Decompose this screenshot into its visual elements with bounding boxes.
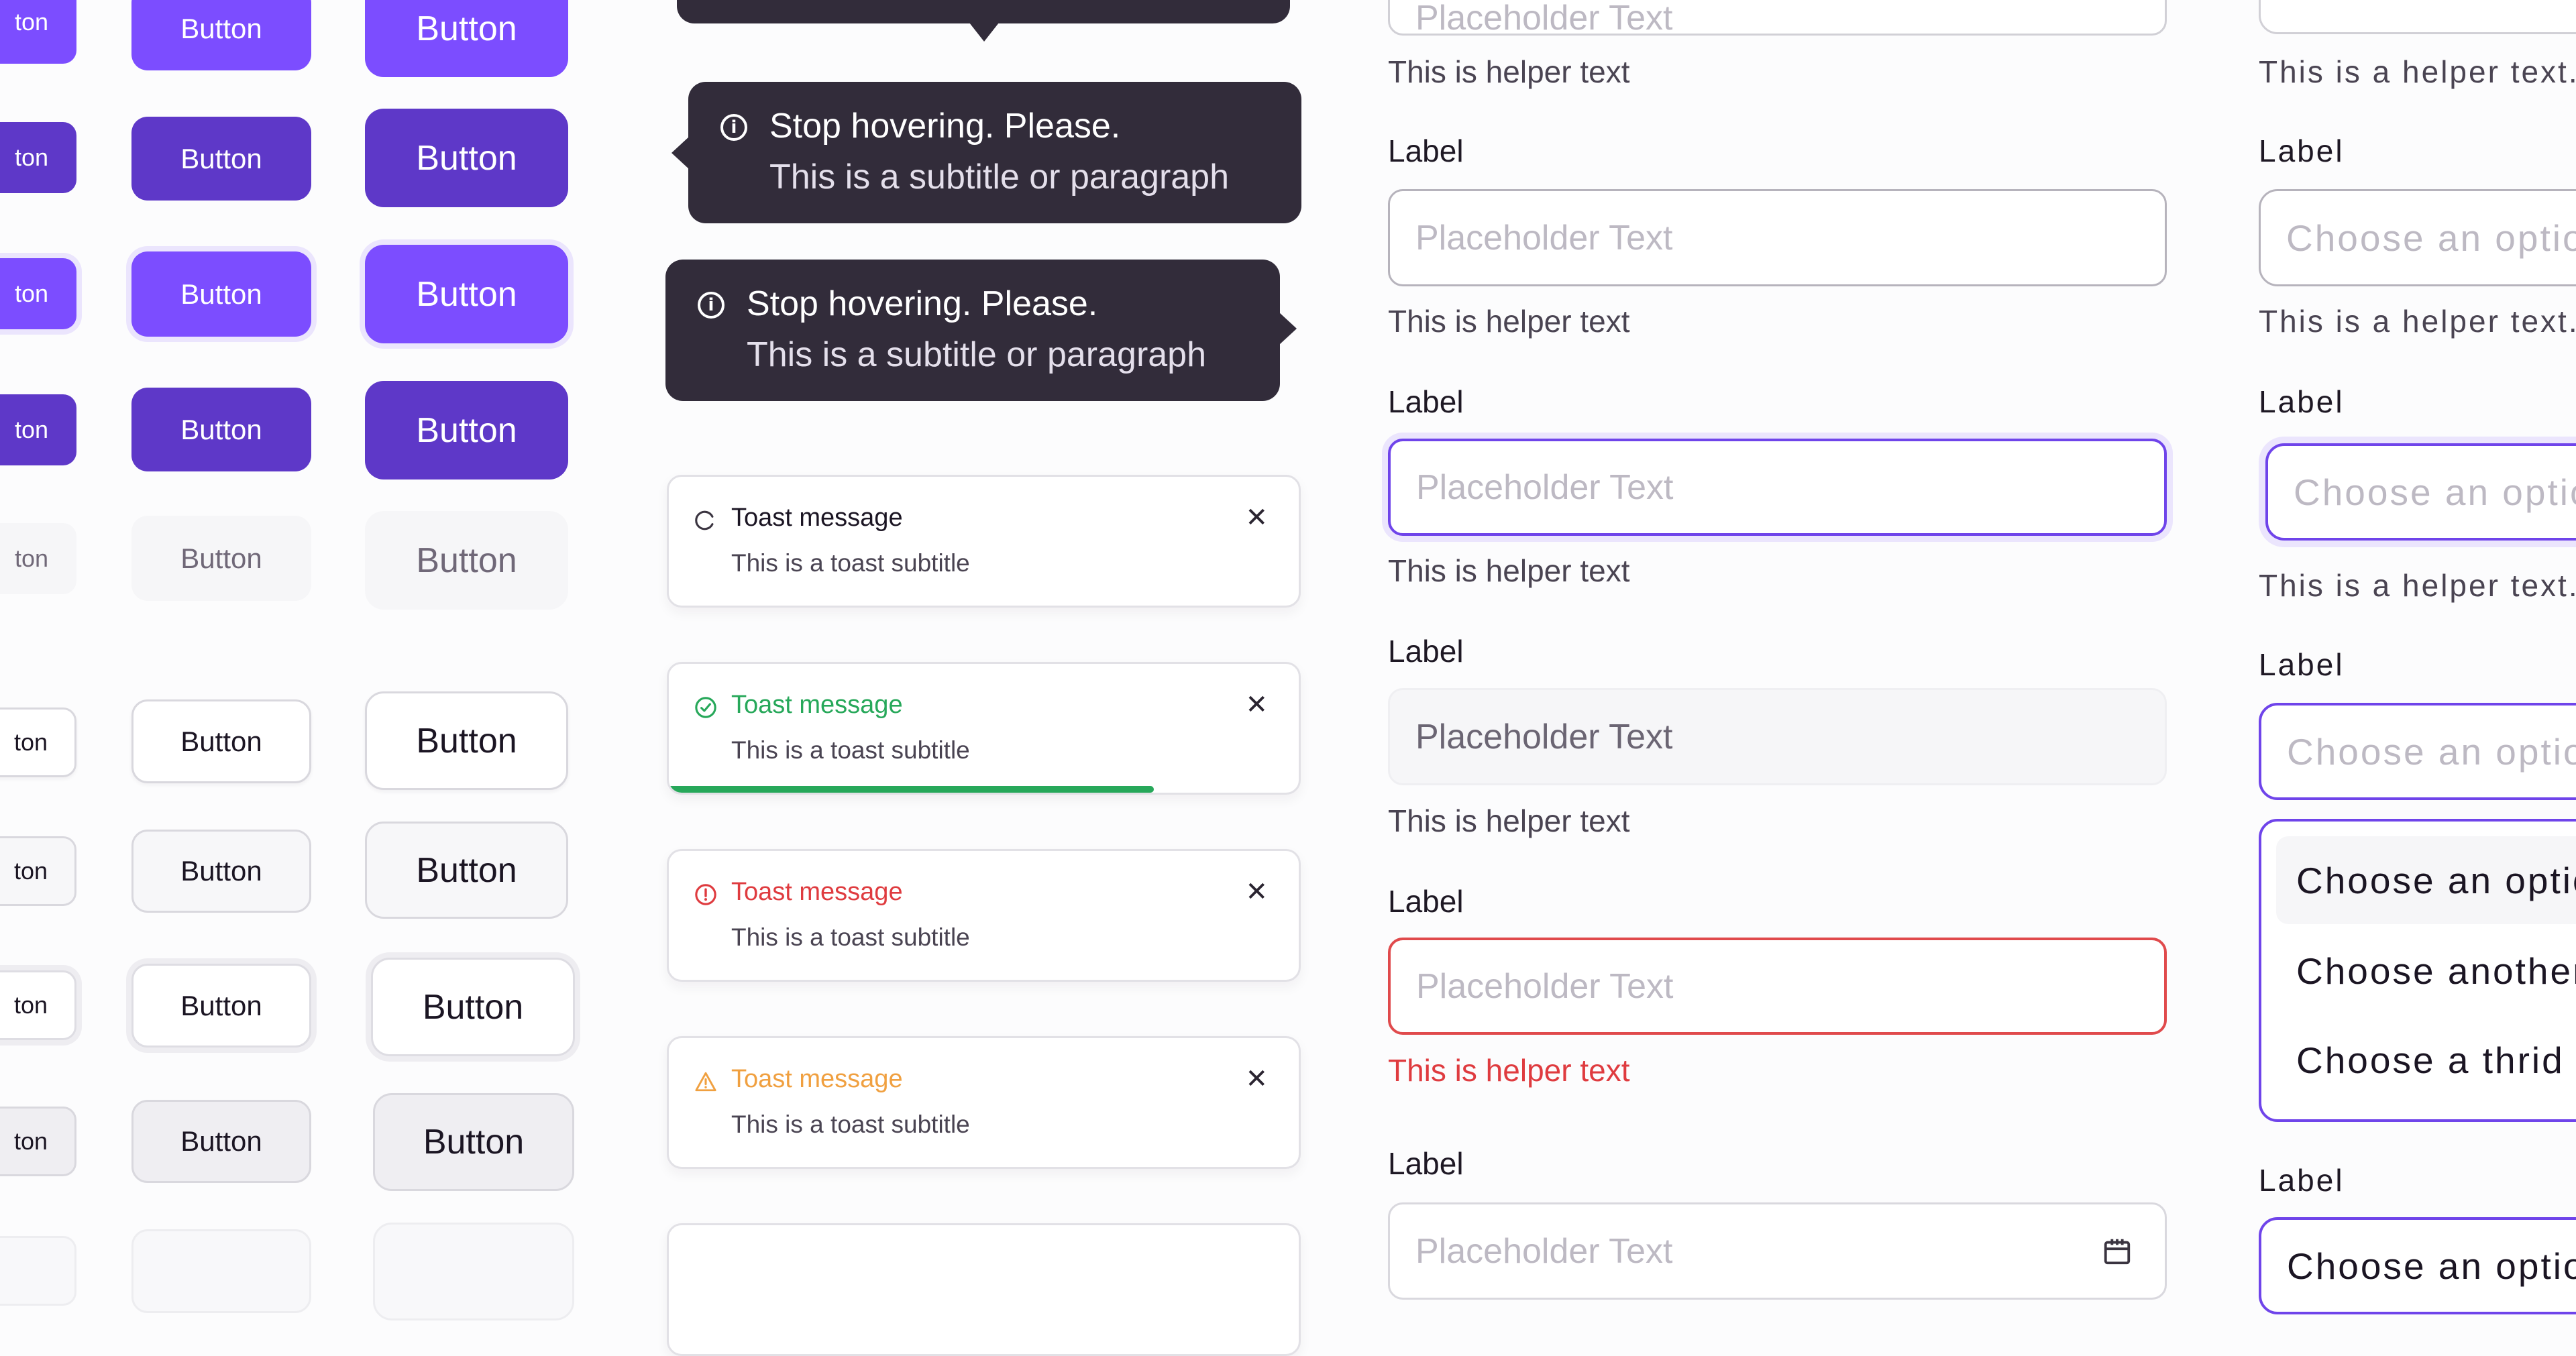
- toast-title: Toast message: [731, 1065, 903, 1093]
- toast-error: Toast message This is a toast subtitle ✕: [667, 849, 1301, 982]
- primary-button-small-pressed-2[interactable]: ton: [0, 394, 76, 465]
- input-label: Label: [1388, 1146, 1464, 1181]
- select-label: Label: [2259, 133, 2345, 168]
- primary-button-large-default[interactable]: Button: [365, 0, 568, 77]
- dropdown-option-highlighted[interactable]: Choose an option: [2276, 836, 2576, 924]
- primary-button-pressed-2[interactable]: Button: [131, 388, 311, 471]
- select-focused[interactable]: Choose an option: [2265, 443, 2576, 541]
- secondary-button-focused[interactable]: Button: [131, 964, 311, 1048]
- dropdown-option[interactable]: Choose another option: [2276, 927, 2576, 1015]
- select-top[interactable]: [2259, 0, 2576, 34]
- secondary-button-large-disabled: [373, 1223, 574, 1320]
- toast-subtitle: This is a toast subtitle: [731, 1111, 970, 1138]
- secondary-button-pressed[interactable]: Button: [131, 1100, 311, 1183]
- select-label: Label: [2259, 647, 2345, 682]
- date-input[interactable]: Placeholder Text: [1388, 1202, 2167, 1300]
- text-input-error[interactable]: Placeholder Text: [1388, 938, 2167, 1035]
- text-input-top[interactable]: Placeholder Text: [1388, 0, 2167, 38]
- tooltip-title: Stop hovering. Please.: [747, 284, 1098, 323]
- input-label: Label: [1388, 133, 1464, 168]
- toast-subtitle: This is a toast subtitle: [731, 736, 970, 764]
- select-dropdown-menu: Choose an option Choose another option C…: [2259, 819, 2576, 1122]
- input-label: Label: [1388, 884, 1464, 919]
- secondary-button-large-pressed[interactable]: Button: [373, 1093, 574, 1191]
- close-icon[interactable]: ✕: [1245, 502, 1268, 533]
- primary-button-large-disabled: Button: [365, 511, 568, 610]
- dropdown-option[interactable]: Choose a thrid option: [2276, 1016, 2576, 1104]
- close-icon[interactable]: ✕: [1245, 1064, 1268, 1094]
- secondary-button-default[interactable]: Button: [131, 699, 311, 783]
- tooltip-bottom-arrow: [677, 0, 1290, 23]
- primary-button-small-focused[interactable]: ton: [0, 258, 76, 329]
- secondary-button-small-focused[interactable]: ton: [0, 970, 76, 1040]
- select-helper-text: This is a helper text.: [2259, 568, 2576, 603]
- toast-subtitle: This is a toast subtitle: [731, 923, 970, 951]
- toast-title: Toast message: [731, 504, 903, 532]
- secondary-button-large-focused[interactable]: Button: [371, 958, 575, 1056]
- check-circle-icon: [695, 697, 716, 718]
- tooltip-title: Stop hovering. Please.: [769, 107, 1121, 146]
- select-helper-text: This is a helper text.: [2259, 304, 2576, 339]
- input-label: Label: [1388, 634, 1464, 669]
- secondary-button-small-hover[interactable]: ton: [0, 836, 76, 906]
- primary-button-small-disabled: ton: [0, 523, 76, 594]
- tooltip-right-arrow: i Stop hovering. Please. This is a subti…: [665, 260, 1280, 401]
- helper-text: This is helper text: [1388, 304, 1630, 339]
- secondary-button-hover[interactable]: Button: [131, 830, 311, 913]
- text-input-default[interactable]: Placeholder Text: [1388, 189, 2167, 286]
- secondary-button-small-default[interactable]: ton: [0, 708, 76, 777]
- text-input-disabled: Placeholder Text: [1388, 688, 2167, 785]
- text-input-focused[interactable]: Placeholder Text: [1388, 439, 2167, 536]
- close-icon[interactable]: ✕: [1245, 689, 1268, 720]
- toast-title: Toast message: [731, 878, 903, 906]
- toast-success: Toast message This is a toast subtitle ✕: [667, 662, 1301, 795]
- secondary-button-disabled: [131, 1229, 311, 1313]
- secondary-button-large-hover[interactable]: Button: [365, 822, 568, 919]
- tooltip-subtitle: This is a subtitle or paragraph: [769, 158, 1230, 196]
- primary-button-large-pressed-2[interactable]: Button: [365, 381, 568, 479]
- select-default[interactable]: Choose an option: [2259, 189, 2576, 286]
- alert-circle-icon: [695, 884, 716, 905]
- helper-text: This is helper text: [1388, 54, 1630, 89]
- secondary-button-large-default[interactable]: Button: [365, 691, 568, 790]
- toast-warning: Toast message This is a toast subtitle ✕: [667, 1036, 1301, 1169]
- toast-loading: Toast message This is a toast subtitle ✕: [667, 475, 1301, 608]
- tooltip-arrow-right: [1279, 313, 1297, 345]
- input-label: Label: [1388, 384, 1464, 419]
- info-icon: i: [698, 292, 724, 319]
- info-icon: i: [720, 114, 747, 141]
- primary-button-large-focused[interactable]: Button: [365, 245, 568, 343]
- select-filled[interactable]: Choose an option: [2259, 1217, 2576, 1314]
- primary-button-disabled: Button: [131, 516, 311, 601]
- primary-button-pressed[interactable]: Button: [131, 117, 311, 201]
- primary-button-focused[interactable]: Button: [131, 251, 311, 337]
- toast-title: Toast message: [731, 691, 903, 719]
- tooltip-subtitle: This is a subtitle or paragraph: [747, 335, 1207, 374]
- tooltip-arrow-left: [672, 137, 689, 169]
- close-icon[interactable]: ✕: [1245, 877, 1268, 907]
- select-open[interactable]: Choose an option: [2259, 703, 2576, 800]
- toast-partial: [667, 1223, 1301, 1356]
- calendar-icon[interactable]: [2102, 1235, 2133, 1267]
- tooltip-arrow-down: [969, 23, 999, 42]
- spinner-icon: [695, 510, 714, 530]
- primary-button-small-default[interactable]: ton: [0, 0, 76, 64]
- primary-button-large-pressed[interactable]: Button: [365, 109, 568, 207]
- select-helper-text: This is a helper text.: [2259, 54, 2576, 89]
- secondary-button-small-pressed[interactable]: ton: [0, 1107, 76, 1176]
- toast-progress-bar: [669, 786, 1155, 793]
- error-helper-text: This is helper text: [1388, 1053, 1630, 1088]
- helper-text: This is helper text: [1388, 553, 1630, 588]
- secondary-button-small-disabled: [0, 1236, 76, 1306]
- select-label: Label: [2259, 384, 2345, 419]
- tooltip-left-arrow: i Stop hovering. Please. This is a subti…: [688, 82, 1301, 223]
- primary-button-default[interactable]: Button: [131, 0, 311, 70]
- primary-button-small-pressed[interactable]: ton: [0, 122, 76, 193]
- helper-text: This is helper text: [1388, 803, 1630, 838]
- toast-subtitle: This is a toast subtitle: [731, 549, 970, 577]
- select-label: Label: [2259, 1163, 2345, 1198]
- warning-triangle-icon: [695, 1072, 716, 1092]
